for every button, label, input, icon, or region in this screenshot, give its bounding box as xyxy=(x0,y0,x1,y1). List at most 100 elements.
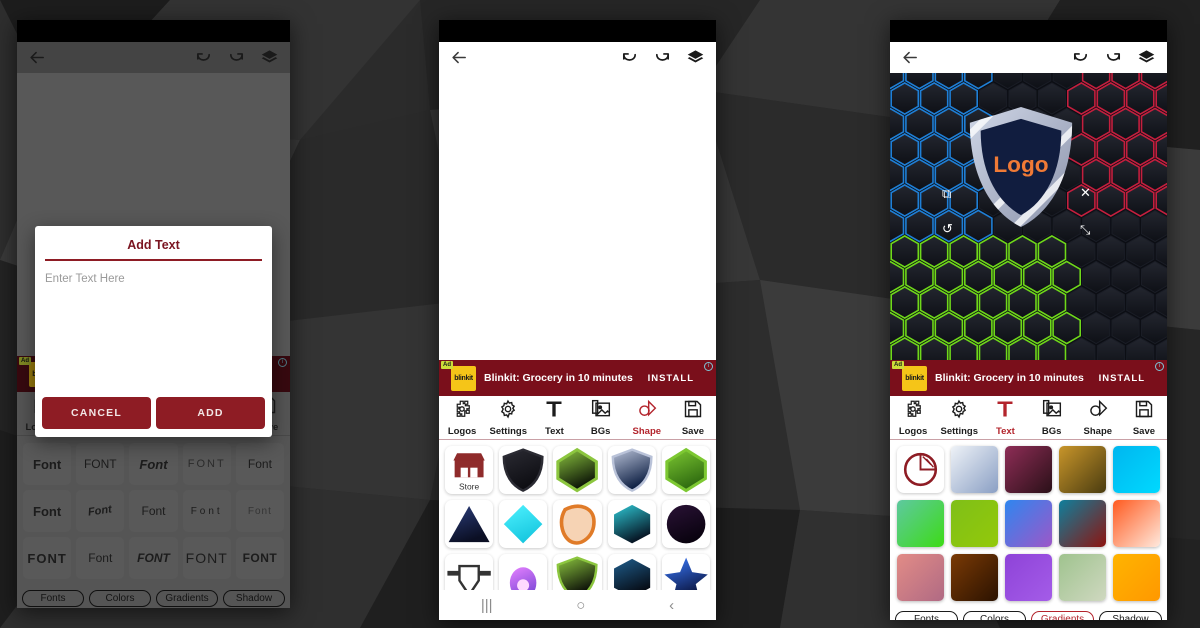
redo-icon[interactable] xyxy=(1105,49,1122,66)
tool-label: Text xyxy=(996,425,1015,437)
close-handle[interactable]: ✕ xyxy=(1080,186,1091,199)
shape-option[interactable] xyxy=(445,500,494,549)
layers-icon[interactable] xyxy=(687,49,704,66)
layers-icon[interactable] xyxy=(1138,49,1155,66)
undo-icon[interactable] xyxy=(621,49,638,66)
tab-fonts[interactable]: Fonts xyxy=(895,611,958,620)
shape-option[interactable] xyxy=(553,500,602,549)
gradient-swatch[interactable] xyxy=(1059,554,1106,601)
tool-shape[interactable]: Shape xyxy=(1075,399,1121,437)
resize-handle[interactable]: ⤡ xyxy=(1080,223,1090,236)
top-nav-bar xyxy=(890,42,1167,73)
gradient-swatch[interactable] xyxy=(951,500,998,547)
shape-option[interactable] xyxy=(499,446,548,495)
home-button[interactable]: ○ xyxy=(576,598,585,613)
shape-option[interactable] xyxy=(607,500,656,549)
cancel-button[interactable]: CANCEL xyxy=(42,396,151,429)
rotate-handle[interactable]: ↺ xyxy=(942,222,953,235)
tool-logos[interactable]: Logos xyxy=(890,399,936,437)
shape-option[interactable] xyxy=(661,446,710,495)
tab-colors[interactable]: Colors xyxy=(963,611,1026,620)
shape-option[interactable] xyxy=(607,446,656,495)
shape-icon xyxy=(637,399,657,424)
gradient-swatch[interactable] xyxy=(1059,500,1106,547)
svg-text:Store: Store xyxy=(459,481,479,491)
tool-save[interactable]: Save xyxy=(670,399,716,437)
gradient-swatch[interactable] xyxy=(951,554,998,601)
tab-gradients[interactable]: Gradients xyxy=(1031,611,1094,620)
tool-label: Logos xyxy=(447,425,477,437)
tool-label: Settings xyxy=(940,425,978,437)
gradient-swatch[interactable] xyxy=(1059,446,1106,493)
editor-canvas[interactable] xyxy=(439,73,716,360)
text-t-icon xyxy=(995,399,1015,424)
color-wheel-picker[interactable] xyxy=(897,446,944,493)
gradient-swatch[interactable] xyxy=(1005,500,1052,547)
gradient-swatch[interactable] xyxy=(951,446,998,493)
shape-store-item[interactable]: Store xyxy=(445,446,494,495)
arrow-left-icon[interactable] xyxy=(902,49,919,66)
tool-label: Save xyxy=(681,425,705,437)
ad-badge: Ad xyxy=(441,361,453,369)
tool-settings[interactable]: Settings xyxy=(485,399,531,437)
gradients-grid[interactable] xyxy=(890,440,1167,607)
text-input-area[interactable]: Enter Text Here xyxy=(35,261,272,397)
image-icon xyxy=(591,399,611,424)
tool-label: Logos xyxy=(898,425,928,437)
back-button[interactable]: ‹ xyxy=(669,598,674,613)
color-wheel-icon xyxy=(903,452,938,487)
status-bar xyxy=(890,20,1167,42)
tab-shadow[interactable]: Shadow xyxy=(1099,611,1162,620)
ad-install-button[interactable]: INSTALL xyxy=(1099,373,1167,384)
ad-info-icon[interactable]: i xyxy=(704,362,713,371)
tool-label: BGs xyxy=(1041,425,1062,437)
text-t-icon xyxy=(544,399,564,424)
status-bar xyxy=(17,20,290,42)
recents-button[interactable]: ||| xyxy=(481,598,493,613)
editor-canvas[interactable]: Logo ⧉ ✕ ↺ ⤡ xyxy=(890,73,1167,360)
gradient-swatch[interactable] xyxy=(1005,446,1052,493)
tool-settings[interactable]: Settings xyxy=(936,399,982,437)
logos-icon xyxy=(903,399,923,424)
editor-toolbar: Logos Settings Text BGs Shape Save xyxy=(439,396,716,440)
shape-option[interactable] xyxy=(553,446,602,495)
tool-shape[interactable]: Shape xyxy=(624,399,670,437)
tool-text[interactable]: Text xyxy=(982,399,1028,437)
ad-info-icon[interactable]: i xyxy=(1155,362,1164,371)
shape-option[interactable] xyxy=(499,500,548,549)
ad-install-button[interactable]: INSTALL xyxy=(648,373,716,384)
ad-title: Blinkit: Grocery in 10 minutes xyxy=(935,372,1084,384)
tool-label: Text xyxy=(545,425,564,437)
add-button[interactable]: ADD xyxy=(156,396,265,429)
tool-label: Save xyxy=(1132,425,1156,437)
phone-1-add-text-dialog: Ad blinkit Blinkit: Grocery in 10 minute… xyxy=(17,20,290,608)
tool-logos[interactable]: Logos xyxy=(439,399,485,437)
gradient-swatch[interactable] xyxy=(897,500,944,547)
dialog-title: Add Text xyxy=(127,238,180,252)
gradient-swatch[interactable] xyxy=(1005,554,1052,601)
top-nav-bar xyxy=(439,42,716,73)
phone-2-shape-picker: Ad blinkit Blinkit: Grocery in 10 minute… xyxy=(439,20,716,620)
ad-banner[interactable]: Ad blinkit Blinkit: Grocery in 10 minute… xyxy=(439,360,716,396)
gear-icon xyxy=(949,399,969,424)
duplicate-handle[interactable]: ⧉ xyxy=(942,187,951,200)
gradient-swatch[interactable] xyxy=(897,554,944,601)
ad-banner[interactable]: Ad blinkit Blinkit: Grocery in 10 minute… xyxy=(890,360,1167,396)
shape-option[interactable] xyxy=(661,500,710,549)
gradient-swatch[interactable] xyxy=(1113,554,1160,601)
tool-bgs[interactable]: BGs xyxy=(578,399,624,437)
ad-app-icon: blinkit xyxy=(902,365,927,391)
redo-icon[interactable] xyxy=(654,49,671,66)
undo-icon[interactable] xyxy=(1072,49,1089,66)
tool-label: Shape xyxy=(1083,425,1113,437)
android-nav-bar: ||| ○ ‹ xyxy=(439,590,716,620)
ad-app-icon: blinkit xyxy=(451,365,476,391)
tool-bgs[interactable]: BGs xyxy=(1029,399,1075,437)
bottom-tabs: Fonts Colors Gradients Shadow xyxy=(890,607,1167,620)
shield-logo[interactable]: Logo xyxy=(962,103,1080,231)
gradient-swatch[interactable] xyxy=(1113,446,1160,493)
tool-save[interactable]: Save xyxy=(1121,399,1167,437)
gradient-swatch[interactable] xyxy=(1113,500,1160,547)
tool-text[interactable]: Text xyxy=(531,399,577,437)
arrow-left-icon[interactable] xyxy=(451,49,468,66)
